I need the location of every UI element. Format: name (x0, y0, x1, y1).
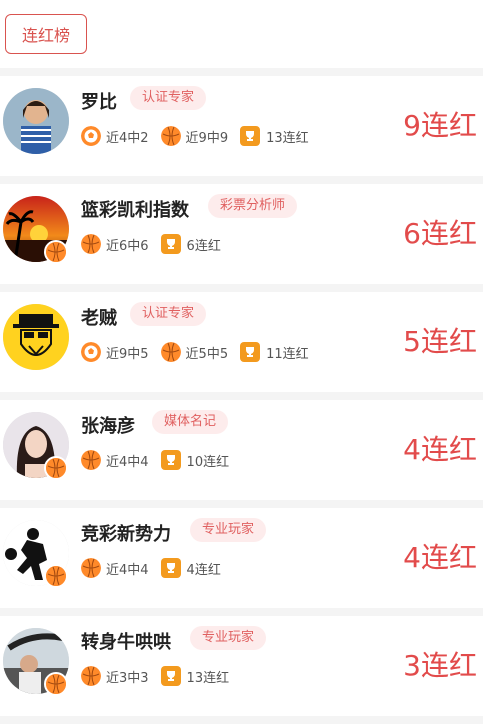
basketball-icon (160, 342, 181, 362)
stat-item: 13连红 (160, 666, 230, 686)
expert-title-tag: 专业玩家 (190, 626, 267, 650)
stat-item: 13连红 (240, 126, 309, 146)
avatar-robbie[interactable] (3, 88, 69, 154)
basketball-icon (160, 126, 181, 146)
basketball-icon (81, 666, 101, 686)
stat-text: 11连红 (266, 346, 309, 362)
stat-text: 近6中6 (106, 238, 149, 254)
expert-title-tag: 认证专家 (130, 302, 207, 326)
stat-text: 近9中9 (185, 130, 229, 146)
stat-text: 近5中5 (185, 346, 229, 362)
stat-item: 近3中3 (81, 666, 149, 686)
expert-name[interactable]: 罗比 (81, 88, 117, 114)
expert-row[interactable]: 老贼 认证专家近9中5 近5中5 11连红 5连红 (0, 292, 483, 400)
expert-row[interactable]: 张海彦 媒体名记近4中4 10连红 4连红 (0, 400, 483, 508)
expert-stats: 近4中4 10连红 (81, 450, 241, 470)
expert-stats: 近3中3 13连红 (81, 666, 241, 686)
stat-text: 13连红 (186, 670, 230, 686)
trophy-icon (160, 666, 181, 686)
basketball-badge-icon (44, 672, 68, 696)
stat-text: 4连红 (186, 562, 221, 578)
expert-name[interactable]: 竞彩新势力 (81, 520, 171, 546)
expert-name[interactable]: 转身牛哄哄 (81, 628, 171, 654)
stat-item: 近9中5 (81, 342, 149, 362)
streak-count: 3连红 (403, 649, 477, 682)
expert-row[interactable]: 转身牛哄哄 专业玩家近3中3 13连红 3连红 (0, 616, 483, 724)
stat-item: 近4中2 (81, 126, 149, 146)
expert-stats: 近4中2 近9中9 13连红 (81, 126, 321, 146)
basketball-badge-icon (44, 564, 68, 588)
trophy-icon (160, 558, 181, 578)
basketball-badge-icon (44, 240, 68, 264)
stat-item: 4连红 (160, 558, 221, 578)
expert-title-tag: 专业玩家 (190, 518, 267, 542)
stat-text: 近4中4 (106, 562, 149, 578)
streak-count: 4连红 (403, 433, 477, 466)
stat-text: 近3中3 (106, 670, 149, 686)
stat-item: 近5中5 (160, 342, 229, 362)
stat-text: 近9中5 (106, 346, 149, 362)
expert-list: 罗比 认证专家 近4中2 近9中9 13连红 9连红 篮彩凯利指数 彩票分析师 近6中6 6连红 6… (0, 76, 483, 724)
streak-count: 5连红 (403, 325, 477, 358)
divider (0, 68, 483, 76)
football-icon (81, 342, 101, 362)
stat-item: 近4中4 (81, 450, 149, 470)
streak-count: 9连红 (403, 109, 477, 142)
trophy-icon (160, 450, 181, 470)
expert-stats: 近6中6 6连红 (81, 234, 233, 254)
stat-item: 近6中6 (81, 234, 149, 254)
expert-stats: 近4中4 4连红 (81, 558, 233, 578)
trophy-icon (160, 234, 181, 254)
expert-title-tag: 认证专家 (130, 86, 207, 110)
expert-name[interactable]: 老贼 (81, 304, 117, 330)
streak-ranking-tab[interactable]: 连红榜 (5, 14, 87, 54)
stat-text: 近4中2 (106, 130, 149, 146)
expert-row[interactable]: 竞彩新势力 专业玩家近4中4 4连红 4连红 (0, 508, 483, 616)
top-bar: 连红榜 (0, 0, 483, 68)
avatar-laozei[interactable] (3, 304, 69, 370)
basketball-badge-icon (44, 456, 68, 480)
expert-title-tag: 彩票分析师 (208, 194, 298, 218)
expert-title-tag: 媒体名记 (152, 410, 229, 434)
stat-item: 6连红 (160, 234, 221, 254)
trophy-icon (240, 126, 261, 146)
streak-count: 6连红 (403, 217, 477, 250)
expert-stats: 近9中5 近5中5 11连红 (81, 342, 321, 362)
stat-text: 10连红 (186, 454, 230, 470)
expert-row[interactable]: 篮彩凯利指数 彩票分析师近6中6 6连红 6连红 (0, 184, 483, 292)
stat-item: 10连红 (160, 450, 230, 470)
stat-item: 11连红 (240, 342, 309, 362)
expert-name[interactable]: 篮彩凯利指数 (81, 196, 189, 222)
stat-item: 近4中4 (81, 558, 149, 578)
basketball-icon (81, 234, 101, 254)
basketball-icon (81, 450, 101, 470)
stat-text: 13连红 (266, 130, 309, 146)
stat-text: 6连红 (186, 238, 221, 254)
streak-count: 4连红 (403, 541, 477, 574)
basketball-icon (81, 558, 101, 578)
expert-name[interactable]: 张海彦 (81, 412, 135, 438)
expert-row[interactable]: 罗比 认证专家近4中2 近9中9 13连红 9连红 (0, 76, 483, 184)
football-icon (81, 126, 101, 146)
stat-item: 近9中9 (160, 126, 229, 146)
trophy-icon (240, 342, 261, 362)
stat-text: 近4中4 (106, 454, 149, 470)
